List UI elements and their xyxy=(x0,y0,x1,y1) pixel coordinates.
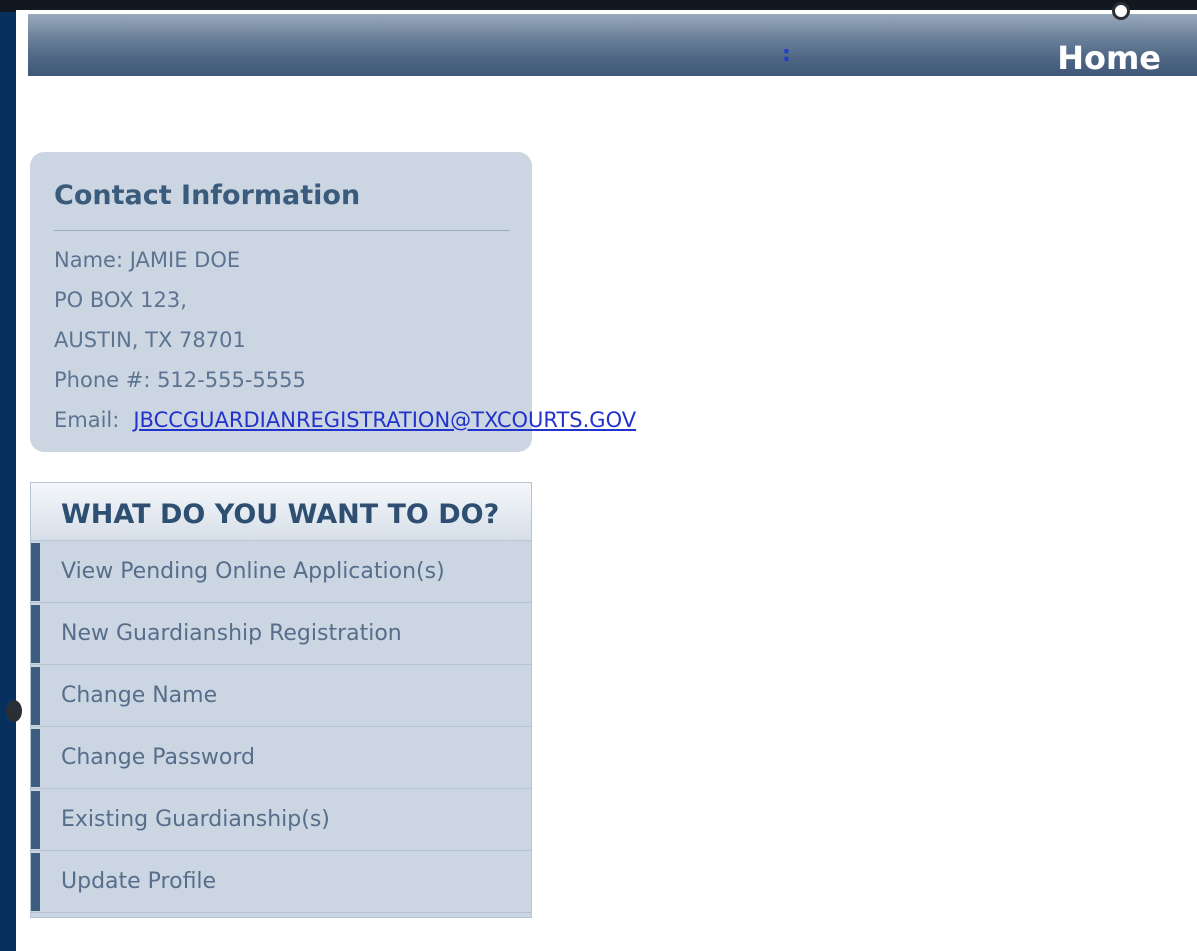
actions-menu: WHAT DO YOU WANT TO DO? View Pending Onl… xyxy=(30,482,532,918)
contact-email-label: Email: xyxy=(54,408,120,432)
menu-item-change-password[interactable]: Change Password xyxy=(31,727,531,789)
actions-menu-title: WHAT DO YOU WANT TO DO? xyxy=(61,499,500,530)
menu-item-accent xyxy=(31,543,40,601)
menu-item-label: New Guardianship Registration xyxy=(61,621,402,646)
app-frame: : Home Contact Information Name: JAMIE D… xyxy=(0,0,1197,951)
menu-item-accent xyxy=(31,791,40,849)
actions-menu-header: WHAT DO YOU WANT TO DO? xyxy=(31,483,531,541)
menu-item-accent xyxy=(31,667,40,725)
page-canvas: : Home Contact Information Name: JAMIE D… xyxy=(16,2,1197,951)
header-bar: : Home xyxy=(28,14,1197,76)
menu-item-accent xyxy=(31,605,40,663)
contact-address-line1: PO BOX 123, xyxy=(54,288,187,312)
contact-title: Contact Information xyxy=(54,180,361,211)
menu-item-accent xyxy=(31,853,40,911)
menu-item-label: Update Profile xyxy=(61,869,217,894)
contact-address-line2: AUSTIN, TX 78701 xyxy=(54,328,246,352)
page-title: Home xyxy=(1057,39,1161,77)
menu-item-label: Change Password xyxy=(61,745,255,770)
contact-email-link[interactable]: JBCCGUARDIANREGISTRATION@TXCOURTS.GOV xyxy=(133,408,636,432)
contact-name: Name: JAMIE DOE xyxy=(54,248,241,272)
menu-item-new-guardianship-registration[interactable]: New Guardianship Registration xyxy=(31,603,531,665)
menu-item-change-name[interactable]: Change Name xyxy=(31,665,531,727)
header-colon: : xyxy=(782,42,791,67)
menu-item-existing-guardianships[interactable]: Existing Guardianship(s) xyxy=(31,789,531,851)
edge-marker-icon xyxy=(6,700,22,722)
contact-email-row: Email: JBCCGUARDIANREGISTRATION@TXCOURTS.… xyxy=(54,410,636,431)
menu-item-label: Change Name xyxy=(61,683,218,708)
menu-item-view-pending-applications[interactable]: View Pending Online Application(s) xyxy=(31,541,531,603)
contact-phone: Phone #: 512-555-5555 xyxy=(54,368,306,392)
menu-item-update-profile[interactable]: Update Profile xyxy=(31,851,531,913)
menu-item-accent xyxy=(31,729,40,787)
menu-item-label: View Pending Online Application(s) xyxy=(61,559,445,584)
contact-information-panel: Contact Information Name: JAMIE DOE PO B… xyxy=(30,152,636,452)
pin-marker-icon xyxy=(1112,2,1130,20)
contact-divider xyxy=(54,230,510,231)
menu-item-label: Existing Guardianship(s) xyxy=(61,807,330,832)
